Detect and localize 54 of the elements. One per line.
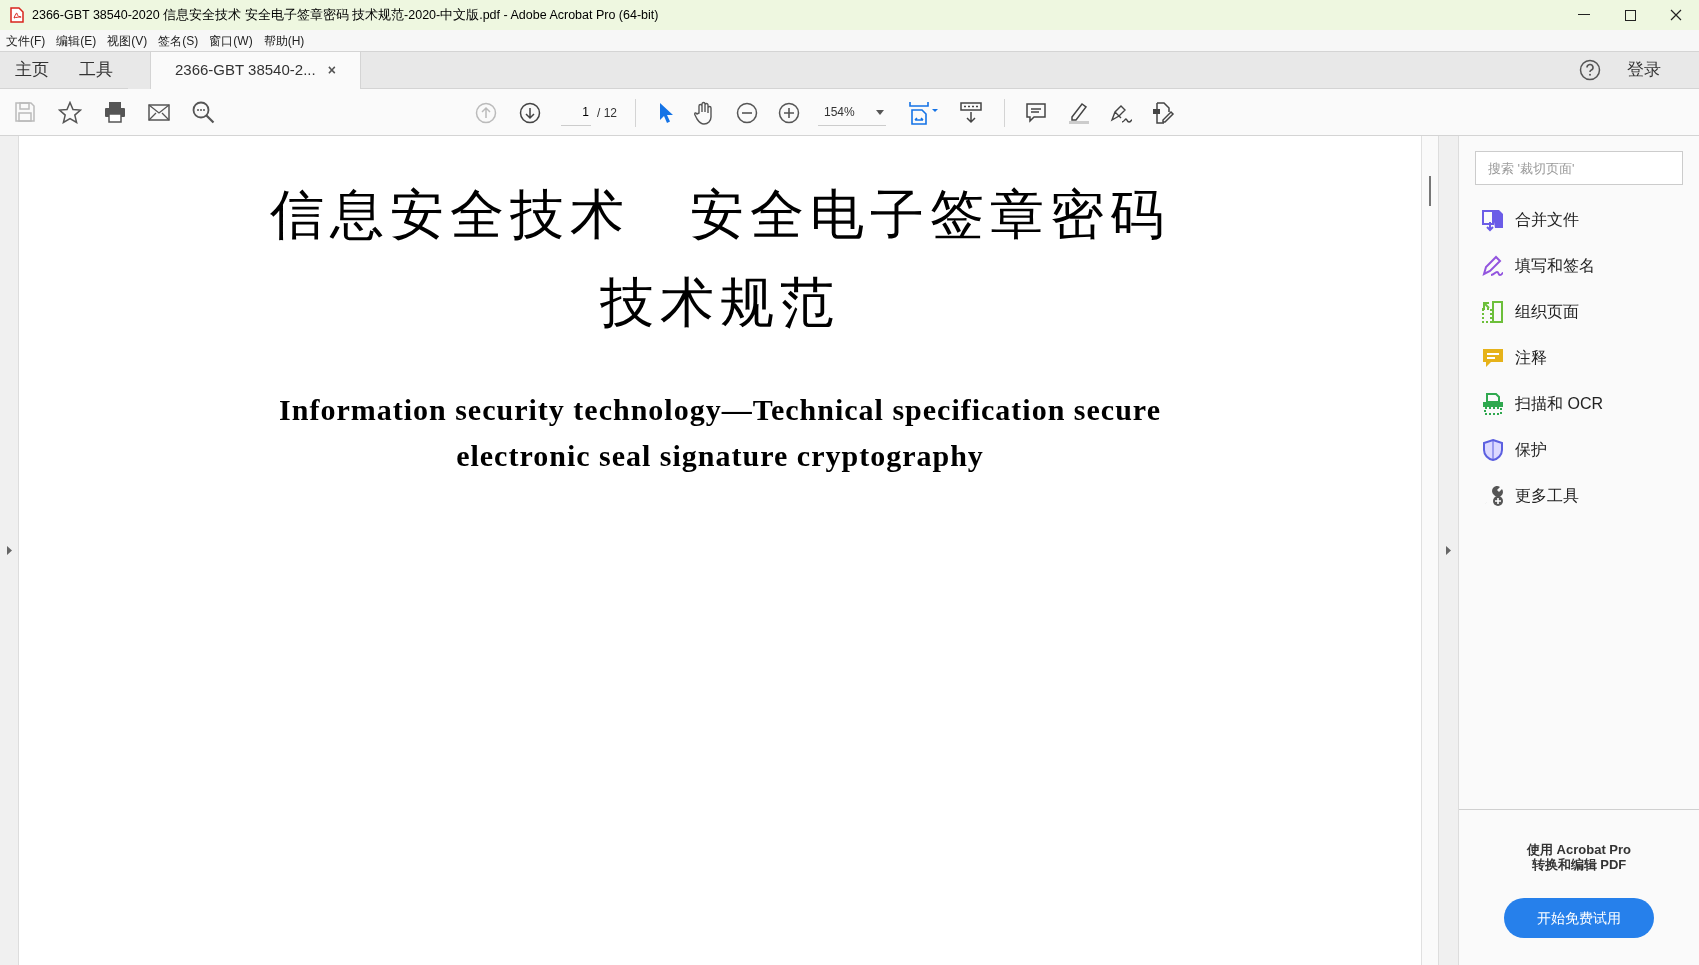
pages-icon bbox=[1481, 299, 1505, 324]
highlighter-icon[interactable] bbox=[1067, 101, 1091, 124]
menu-item[interactable]: 视图(V) bbox=[107, 31, 148, 50]
email-icon[interactable] bbox=[148, 103, 170, 121]
scroll-mode-icon[interactable] bbox=[960, 101, 982, 124]
maximize-icon bbox=[1624, 9, 1636, 21]
caret-icon bbox=[876, 109, 884, 115]
menu-item[interactable]: 编辑(E) bbox=[56, 31, 97, 50]
menu-item[interactable]: 签名(S) bbox=[158, 31, 199, 50]
zoom-in-icon[interactable] bbox=[778, 101, 800, 124]
scrollbar-thumb[interactable] bbox=[1429, 176, 1431, 206]
help-icon[interactable] bbox=[1579, 59, 1601, 81]
shield-icon bbox=[1481, 437, 1505, 462]
promo-text: 使用 Acrobat Pro 转换和编辑 PDF bbox=[1527, 842, 1631, 872]
search-icon[interactable] bbox=[192, 100, 215, 124]
free-trial-button[interactable]: 开始免费试用 bbox=[1504, 898, 1654, 938]
pdf-file-icon bbox=[10, 7, 24, 23]
star-icon[interactable] bbox=[58, 100, 82, 124]
page-number-field[interactable]: 1 bbox=[561, 99, 591, 126]
next-page-icon[interactable] bbox=[519, 101, 541, 124]
menu-item[interactable]: 窗口(W) bbox=[209, 31, 253, 50]
expand-panel-icon[interactable] bbox=[6, 546, 12, 555]
document-subtitle: electronic seal signature cryptography bbox=[456, 438, 984, 474]
menu-item[interactable]: 文件(F) bbox=[6, 31, 46, 50]
page-count: / 12 bbox=[597, 104, 617, 122]
document-title: 信息安全技术 安全电子签章密码 bbox=[270, 182, 1170, 248]
window-title: 2366-GBT 38540-2020 信息安全技术 安全电子签章密码 技术规范-2020-中文版.pdf - Adobe Acrobat Pro (64-bit) bbox=[32, 6, 659, 24]
zoom-out-icon[interactable] bbox=[736, 101, 758, 124]
combine-files-icon bbox=[1481, 207, 1505, 232]
print-icon[interactable] bbox=[104, 101, 126, 123]
close-tab-button[interactable]: × bbox=[327, 60, 336, 81]
pen-icon bbox=[1481, 253, 1505, 278]
edit-document-icon[interactable] bbox=[1151, 100, 1175, 125]
tool-item[interactable]: 合并文件 bbox=[1481, 205, 1699, 234]
document-title: 技术规范 bbox=[600, 270, 840, 336]
tool-search-field[interactable]: 搜索 '裁切页面' bbox=[1475, 151, 1683, 185]
comment-icon[interactable] bbox=[1025, 101, 1047, 124]
tool-item[interactable]: 组织页面 bbox=[1481, 297, 1699, 326]
tool-item[interactable]: 注释 bbox=[1481, 343, 1699, 372]
zoom-dropdown[interactable]: 154% bbox=[818, 99, 886, 126]
document-subtitle: Information security technology—Technical specification secure bbox=[279, 392, 1161, 428]
tab[interactable]: 2366-GBT 38540-2... × bbox=[150, 52, 361, 89]
minimize-icon bbox=[1578, 14, 1590, 16]
tool-item[interactable]: 保护 bbox=[1481, 435, 1699, 464]
close-icon bbox=[1670, 9, 1682, 21]
fit-page-icon[interactable] bbox=[908, 100, 938, 125]
menu-item[interactable]: 帮助(H) bbox=[263, 31, 305, 50]
collapse-panel-icon[interactable] bbox=[1446, 546, 1451, 555]
scanner-icon bbox=[1481, 391, 1505, 416]
tool-item[interactable]: 扫描和 OCR bbox=[1481, 389, 1699, 418]
select-pointer-icon[interactable] bbox=[658, 101, 674, 124]
sign-in-button[interactable]: 登录 bbox=[1627, 57, 1661, 83]
tool-item[interactable]: 填写和签名 bbox=[1481, 251, 1699, 280]
tool-item[interactable]: 更多工具 bbox=[1481, 481, 1699, 510]
